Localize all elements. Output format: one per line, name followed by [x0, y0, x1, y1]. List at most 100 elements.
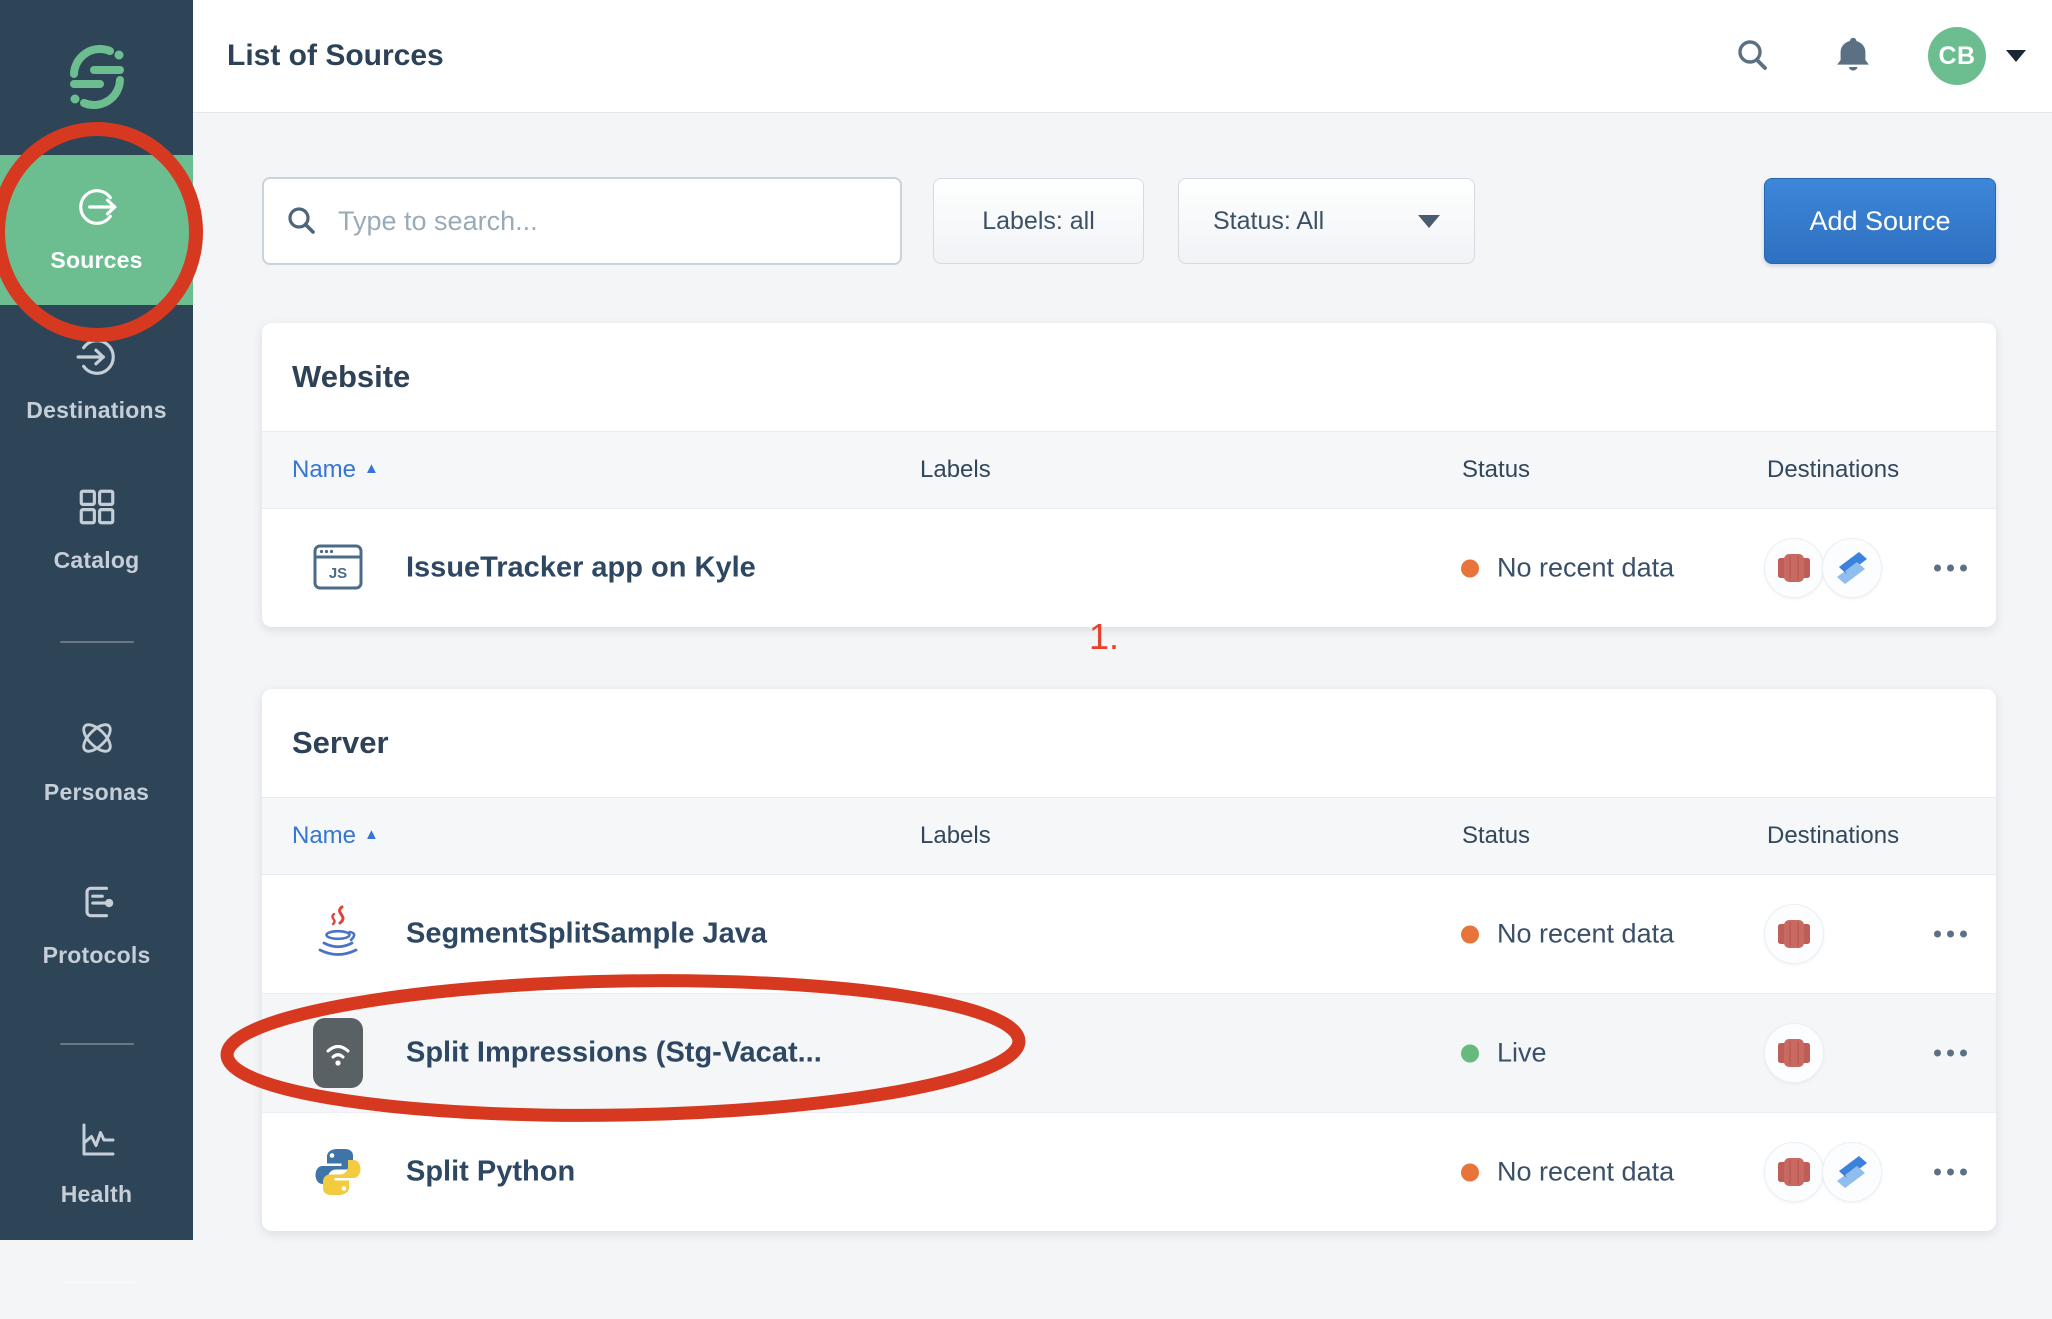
sidebar-item-protocols[interactable]: Protocols: [0, 843, 193, 1007]
column-header-status: Status: [1462, 456, 1530, 484]
destinations-cell: [1764, 1023, 1824, 1083]
source-name: Split Impressions (Stg-Vacat...: [406, 1037, 822, 1070]
status-label: No recent data: [1497, 553, 1674, 584]
source-name: SegmentSplitSample Java: [406, 918, 767, 951]
destinations-cell: [1764, 1142, 1882, 1202]
table-header-row: Name▲ Labels Status Destinations: [262, 797, 1996, 875]
add-source-label: Add Source: [1809, 206, 1950, 237]
destinations-cell: [1764, 904, 1824, 964]
segment-logo-icon: [62, 42, 132, 112]
status-cell: No recent data: [1461, 1157, 1674, 1188]
warehouse-destination-icon[interactable]: [1764, 1023, 1824, 1083]
health-nav-icon: [75, 1118, 119, 1168]
topbar: List of Sources CB: [193, 0, 2052, 113]
notifications-bell-icon[interactable]: [1834, 36, 1872, 76]
column-header-name[interactable]: Name▲: [292, 456, 379, 484]
sources-nav-icon: [76, 186, 118, 234]
status-label: No recent data: [1497, 1157, 1674, 1188]
search-icon[interactable]: [1734, 37, 1772, 75]
python-source-icon: [306, 1146, 370, 1198]
status-label: No recent data: [1497, 919, 1674, 950]
status-dot: [1461, 1044, 1479, 1062]
source-name: IssueTracker app on Kyle: [406, 552, 756, 585]
catalog-nav-icon: [76, 486, 118, 534]
sidebar-nav: Sources Destinations Catalog Personas Pr…: [0, 155, 193, 1319]
status-dot: [1461, 925, 1479, 943]
warehouse-destination-icon[interactable]: [1764, 904, 1824, 964]
device-source-icon: [306, 1018, 370, 1088]
warehouse-destination-icon[interactable]: [1764, 1142, 1824, 1202]
column-header-labels: Labels: [920, 822, 991, 850]
sidebar-item-label: Destinations: [26, 397, 166, 424]
main-content: Labels: all Status: All Add Source Websi…: [193, 113, 2052, 1240]
source-name: Split Python: [406, 1156, 575, 1189]
sidebar-divider: [60, 641, 134, 643]
table-header-row: Name▲ Labels Status Destinations: [262, 431, 1996, 509]
source-table-card-server: Server Name▲ Labels Status Destinations Seg…: [262, 689, 1996, 1231]
row-actions-button[interactable]: [1914, 917, 1986, 952]
table-row[interactable]: SegmentSplitSample Java No recent data: [262, 875, 1996, 994]
stream-destination-icon[interactable]: [1822, 538, 1882, 598]
javascript-source-icon: JS: [306, 541, 370, 595]
sidebar-item-sources[interactable]: Sources: [0, 155, 193, 305]
dropdown-caret-icon: [1418, 215, 1440, 228]
sidebar-item-personas[interactable]: Personas: [0, 679, 193, 843]
status-dot: [1461, 559, 1479, 577]
table-body: JS IssueTracker app on Kyle No recent da…: [262, 509, 1996, 627]
status-filter-label: Status: All: [1213, 207, 1324, 236]
row-actions-button[interactable]: [1914, 1155, 1986, 1190]
sidebar-item-label: Health: [61, 1181, 133, 1208]
sidebar-item-destinations[interactable]: Destinations: [0, 305, 193, 455]
svg-text:JS: JS: [329, 565, 347, 582]
labels-filter-button[interactable]: Labels: all: [933, 178, 1144, 264]
account-menu-caret-icon[interactable]: [2006, 50, 2026, 62]
sidebar-item-catalog[interactable]: Catalog: [0, 455, 193, 605]
sidebar-divider: [60, 1043, 134, 1045]
warehouse-destination-icon[interactable]: [1764, 538, 1824, 598]
table-body: SegmentSplitSample Java No recent data S…: [262, 875, 1996, 1231]
topbar-actions: CB: [1734, 27, 2026, 85]
status-label: Live: [1497, 1038, 1547, 1069]
source-sections: Website Name▲ Labels Status Destinations JS…: [262, 323, 1996, 1231]
destinations-cell: [1764, 538, 1882, 598]
row-actions-button[interactable]: [1914, 1036, 1986, 1071]
sidebar-item-label: Catalog: [54, 547, 140, 574]
source-search-box: [262, 177, 902, 265]
sort-ascending-icon: ▲: [364, 826, 379, 843]
status-filter-dropdown[interactable]: Status: All: [1178, 178, 1475, 264]
status-dot: [1461, 1163, 1479, 1181]
search-input[interactable]: [336, 205, 878, 238]
status-cell: No recent data: [1461, 553, 1674, 584]
column-header-status: Status: [1462, 822, 1530, 850]
personas-nav-icon: [75, 716, 119, 766]
status-cell: Live: [1461, 1038, 1547, 1069]
java-source-icon: [306, 905, 370, 963]
stream-destination-icon[interactable]: [1822, 1142, 1882, 1202]
sidebar-item-label: Sources: [50, 247, 142, 274]
column-header-destinations: Destinations: [1767, 822, 1899, 850]
sidebar-item-label: Protocols: [43, 942, 151, 969]
labels-filter-label: Labels: all: [982, 207, 1095, 236]
sidebar-item-label: Personas: [44, 779, 149, 806]
sidebar-item-health[interactable]: Health: [0, 1081, 193, 1245]
table-row[interactable]: Split Python No recent data: [262, 1113, 1996, 1231]
sidebar: Sources Destinations Catalog Personas Pr…: [0, 0, 193, 1240]
table-row[interactable]: JS IssueTracker app on Kyle No recent da…: [262, 509, 1996, 627]
search-icon: [286, 205, 318, 237]
destinations-nav-icon: [76, 336, 118, 384]
add-source-button[interactable]: Add Source: [1764, 178, 1996, 264]
page-title: List of Sources: [227, 39, 444, 73]
filter-row: Labels: all Status: All Add Source: [262, 177, 1996, 265]
section-title: Website: [292, 359, 410, 395]
sidebar-divider: [60, 1281, 134, 1283]
avatar[interactable]: CB: [1928, 27, 1986, 85]
row-actions-button[interactable]: [1914, 551, 1986, 586]
column-header-labels: Labels: [920, 456, 991, 484]
section-title: Server: [292, 725, 389, 761]
column-header-name[interactable]: Name▲: [292, 822, 379, 850]
protocols-nav-icon: [76, 881, 118, 929]
table-row[interactable]: Split Impressions (Stg-Vacat... Live: [262, 994, 1996, 1113]
source-table-card-website: Website Name▲ Labels Status Destinations JS…: [262, 323, 1996, 627]
status-cell: No recent data: [1461, 919, 1674, 950]
column-header-destinations: Destinations: [1767, 456, 1899, 484]
